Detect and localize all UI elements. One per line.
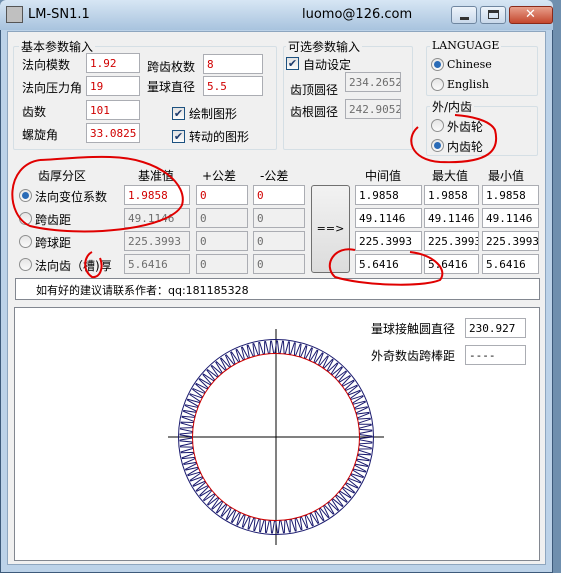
tooth-thickness-plus-field[interactable]: 0 <box>196 254 248 274</box>
shift-coefficient-min-field[interactable]: 1.9858 <box>482 185 539 205</box>
span-distance-base-field[interactable]: 49.1146 <box>124 208 190 228</box>
tooth-thickness-radio[interactable] <box>19 258 32 271</box>
app-icon <box>6 6 23 23</box>
minimize-button[interactable] <box>451 6 477 24</box>
language-label: LANGUAGE <box>430 39 502 52</box>
shift-coefficient-label: 法向变位系数 <box>35 190 108 204</box>
author-email: luomo@126.com <box>302 7 413 22</box>
ball-distance-radio[interactable] <box>19 235 32 248</box>
ball-diameter-input[interactable]: 5.5 <box>203 76 263 96</box>
odd-tooth-label: 外奇数齿跨棒距 <box>371 349 456 363</box>
minimize-icon <box>460 17 469 20</box>
gear-drawing-canvas <box>14 307 540 561</box>
shift-coefficient-max-field[interactable]: 1.9858 <box>424 185 479 205</box>
gear-drawing <box>168 329 384 545</box>
gear-type-label: 外/内齿 <box>430 98 475 115</box>
tooth-thickness-minus-field[interactable]: 0 <box>253 254 305 274</box>
ball-contact-value[interactable]: 230.927 <box>465 318 526 338</box>
tooth-thickness-label: 法向齿（槽)厚 <box>35 259 112 273</box>
ball-distance-mid-field[interactable]: 225.3993 <box>355 231 422 251</box>
header-minus: -公差 <box>260 169 289 183</box>
root-diameter-label: 齿根圆径 <box>290 105 339 119</box>
span-distance-mid-field[interactable]: 49.1146 <box>355 208 422 228</box>
tooth-thickness-min-field[interactable]: 5.6416 <box>482 254 539 274</box>
maximize-button[interactable] <box>480 6 506 24</box>
pressure-angle-label: 法向压力角 <box>22 81 83 95</box>
auto-set-checkbox[interactable]: ✔ <box>286 57 299 70</box>
header-max: 最大值 <box>432 169 469 183</box>
external-gear-radio[interactable] <box>431 119 444 132</box>
tip-diameter-label: 齿顶圆径 <box>290 83 339 97</box>
header-mid: 中间值 <box>365 169 402 183</box>
span-distance-minus-field[interactable]: 0 <box>253 208 305 228</box>
optional-params-label: 可选参数输入 <box>286 38 363 55</box>
draw-checkbox[interactable]: ✔ <box>172 107 185 120</box>
helix-angle-label: 螺旋角 <box>22 128 59 142</box>
ball-distance-max-field[interactable]: 225.3993 <box>424 231 479 251</box>
header-min: 最小值 <box>488 169 525 183</box>
header-plus: +公差 <box>202 169 237 183</box>
teeth-label: 齿数 <box>22 105 47 119</box>
pressure-angle-input[interactable]: 19 <box>86 76 140 96</box>
language-english-radio[interactable] <box>431 78 444 91</box>
maximize-icon <box>488 10 499 19</box>
ball-distance-plus-field[interactable]: 0 <box>196 231 248 251</box>
language-chinese-radio[interactable] <box>431 58 444 71</box>
shift-coefficient-base-field[interactable]: 1.9858 <box>124 185 190 205</box>
compute-button[interactable]: ==> <box>311 185 350 273</box>
header-base: 基准值 <box>138 169 175 183</box>
teeth-input[interactable]: 101 <box>86 100 140 120</box>
span-distance-min-field[interactable]: 49.1146 <box>482 208 539 228</box>
tooth-thickness-max-field[interactable]: 5.6416 <box>424 254 479 274</box>
window-title: LM-SN1.1 <box>28 7 90 22</box>
external-gear-label: 外齿轮 <box>447 120 484 134</box>
normal-module-label: 法向模数 <box>22 58 71 72</box>
ball-diameter-label: 量球直径 <box>147 80 196 94</box>
ball-contact-label: 量球接触圆直径 <box>371 322 456 336</box>
header-section: 齿厚分区 <box>38 169 87 183</box>
rotate-checkbox-label: 转动的图形 <box>189 130 250 144</box>
span-teeth-input[interactable]: 8 <box>203 54 263 74</box>
language-chinese-label: Chinese <box>447 58 492 71</box>
span-teeth-label: 跨齿枚数 <box>147 60 196 74</box>
shift-coefficient-mid-field[interactable]: 1.9858 <box>355 185 422 205</box>
ball-distance-base-field[interactable]: 225.3993 <box>124 231 190 251</box>
span-distance-label: 跨齿距 <box>35 213 72 227</box>
tip-diameter-input[interactable]: 234.2652 <box>345 72 401 92</box>
ball-distance-min-field[interactable]: 225.3993 <box>482 231 539 251</box>
close-icon: ✕ <box>525 7 536 22</box>
auto-set-label: 自动设定 <box>303 58 352 72</box>
helix-angle-input[interactable]: 33.0825 <box>86 123 140 143</box>
shift-coefficient-radio[interactable] <box>19 189 32 202</box>
internal-gear-radio[interactable] <box>431 139 444 152</box>
odd-tooth-value[interactable]: ---- <box>465 345 526 365</box>
close-button[interactable]: ✕ <box>509 6 553 24</box>
ball-distance-minus-field[interactable]: 0 <box>253 231 305 251</box>
shift-coefficient-plus-field[interactable]: 0 <box>196 185 248 205</box>
span-distance-max-field[interactable]: 49.1146 <box>424 208 479 228</box>
draw-checkbox-label: 绘制图形 <box>189 107 238 121</box>
ball-distance-label: 跨球距 <box>35 236 72 250</box>
basic-params-label: 基本参数输入 <box>19 38 96 55</box>
span-distance-radio[interactable] <box>19 212 32 225</box>
normal-module-input[interactable]: 1.92 <box>86 53 140 73</box>
root-diameter-input[interactable]: 242.9052 <box>345 99 401 119</box>
status-bar: 如有好的建议请联系作者：qq:181185328 <box>15 278 540 300</box>
tooth-thickness-mid-field[interactable]: 5.6416 <box>355 254 422 274</box>
span-distance-plus-field[interactable]: 0 <box>196 208 248 228</box>
internal-gear-label: 内齿轮 <box>447 140 484 154</box>
rotate-checkbox[interactable]: ✔ <box>172 130 185 143</box>
language-english-label: English <box>447 78 489 91</box>
shift-coefficient-minus-field[interactable]: 0 <box>253 185 305 205</box>
tooth-thickness-base-field[interactable]: 5.6416 <box>124 254 190 274</box>
